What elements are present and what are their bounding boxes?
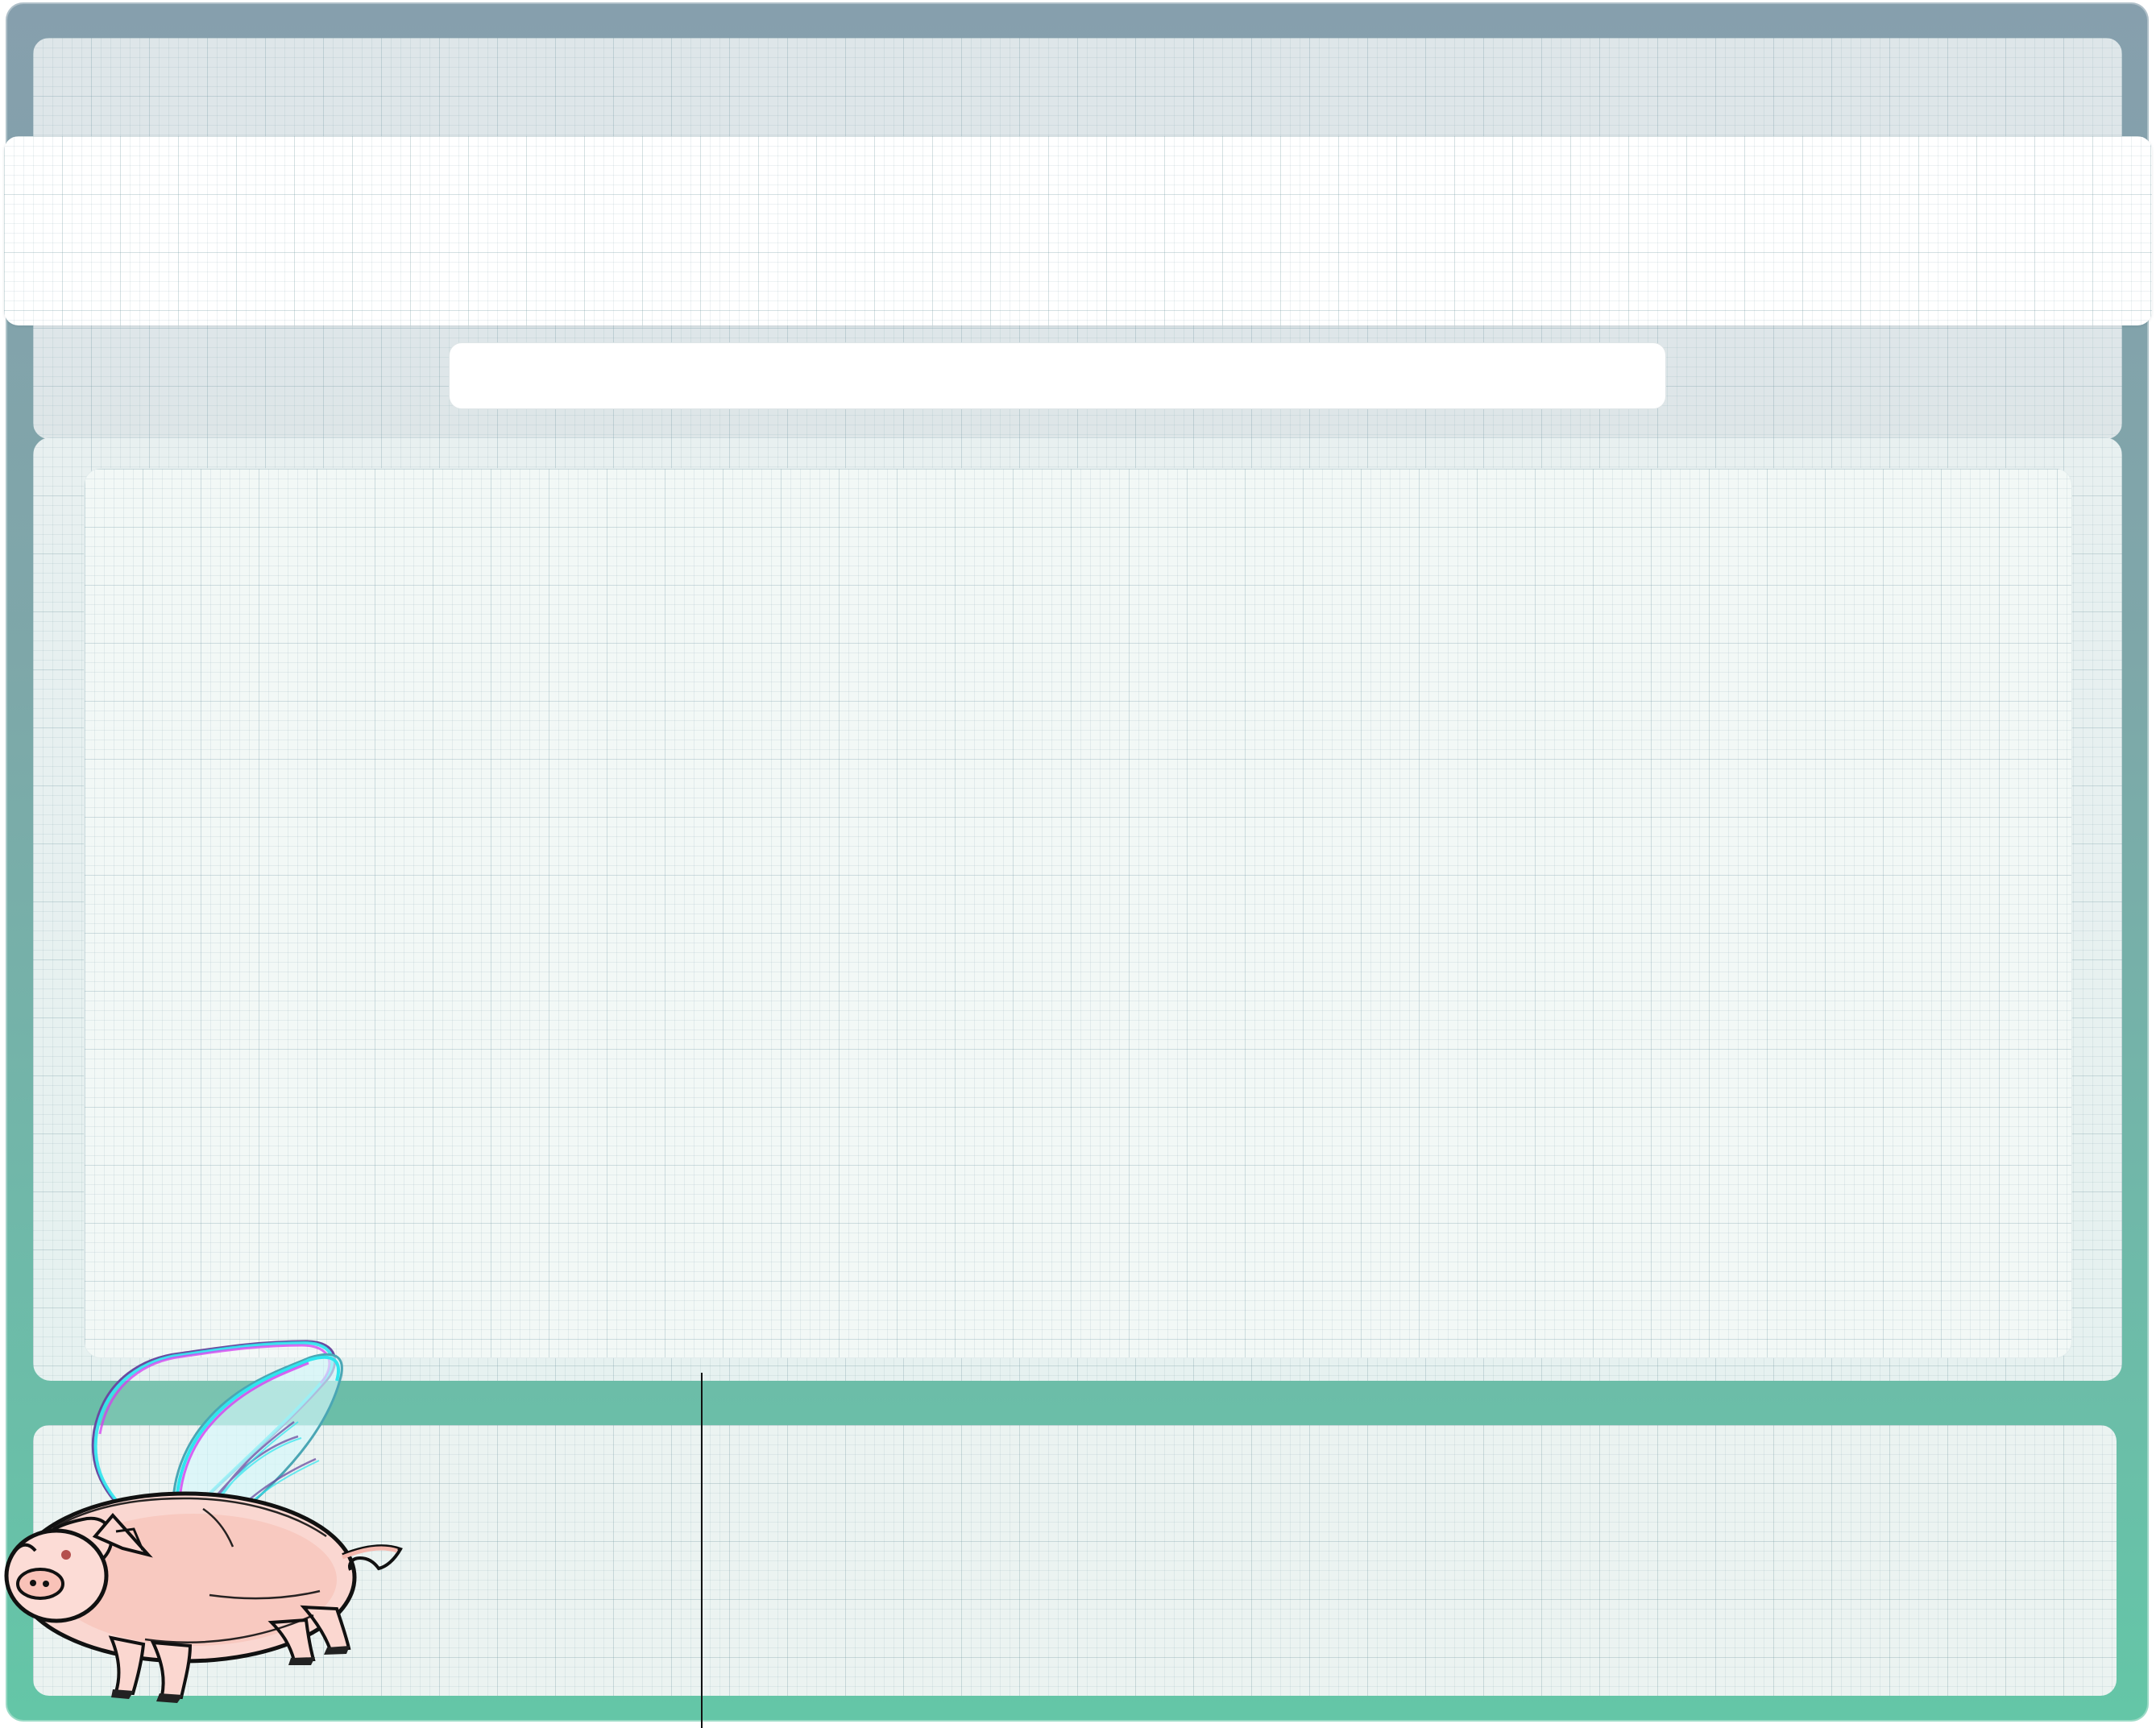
- content-area: [85, 469, 2071, 1357]
- header-strip: [4, 136, 2152, 325]
- address-bar[interactable]: [449, 342, 1666, 409]
- vertical-divider[interactable]: [701, 1373, 703, 1728]
- app-window: [0, 0, 2156, 1728]
- flying-pig-icon: [0, 1301, 419, 1704]
